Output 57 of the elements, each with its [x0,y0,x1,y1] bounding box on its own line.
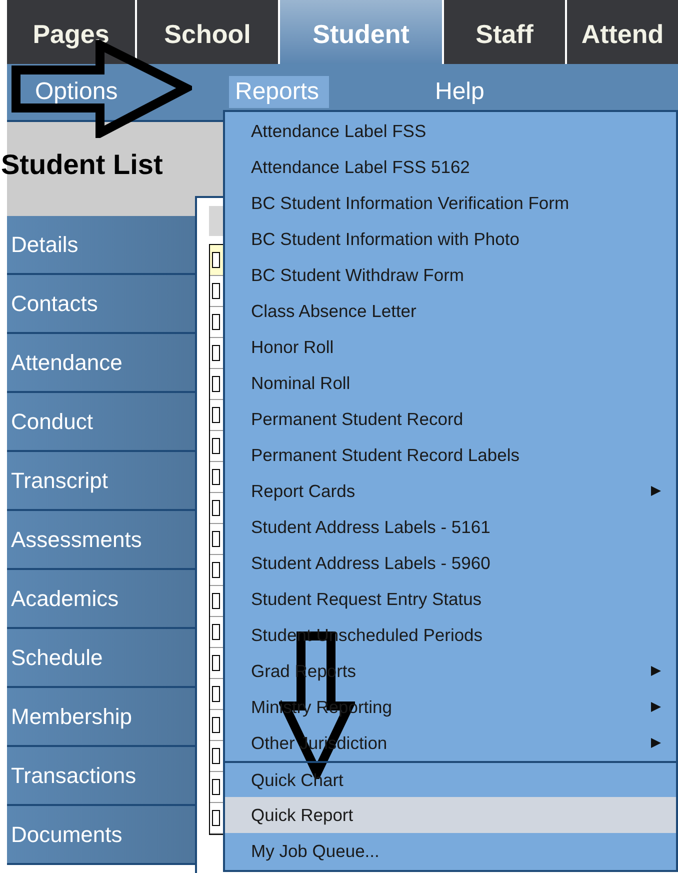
menu-option[interactable]: Report Cards [225,473,676,509]
menu-option[interactable]: Nominal Roll [225,365,676,401]
checkbox-icon [212,655,220,671]
checkbox-icon [212,438,220,454]
checkbox-icon [212,717,220,733]
sidebar-item[interactable]: Assessments [7,511,195,570]
sidebar-item[interactable]: Contacts [7,275,195,334]
sidebar-item[interactable]: Transcript [7,452,195,511]
sidebar-item[interactable]: Conduct [7,393,195,452]
menu-option[interactable]: BC Student Information Verification Form [225,185,676,221]
menu-option[interactable]: Class Absence Letter [225,293,676,329]
menu-option[interactable]: Permanent Student Record Labels [225,437,676,473]
sidebar-item[interactable]: Details [7,216,195,275]
nav-tab[interactable]: Attend [567,0,678,64]
sidebar-item[interactable]: Schedule [7,629,195,688]
nav-tab[interactable]: Staff [444,0,565,64]
menu-option[interactable]: Quick Report [225,797,676,833]
checkbox-icon [212,314,220,330]
checkbox-icon [212,531,220,547]
menu-option[interactable]: Attendance Label FSS 5162 [225,149,676,185]
checkbox-icon [212,562,220,578]
menu-option[interactable]: BC Student Withdraw Form [225,257,676,293]
checkbox-icon [212,500,220,516]
nav-tab[interactable]: School [137,0,278,64]
sidebar-item[interactable]: Attendance [7,334,195,393]
checkbox-icon [212,376,220,392]
sidebar-item[interactable]: Documents [7,806,195,865]
menu-option[interactable]: Attendance Label FSS [225,113,676,149]
menu-option[interactable]: Student Address Labels - 5161 [225,509,676,545]
checkbox-icon [212,407,220,423]
menu-option[interactable]: Honor Roll [225,329,676,365]
submenu-arrow-icon [650,665,662,677]
menu-option[interactable]: My Job Queue... [225,833,676,869]
checkbox-icon [212,748,220,764]
checkbox-icon [212,469,220,485]
checkbox-icon [212,283,220,299]
nav-tab[interactable]: Pages [7,0,135,64]
checkbox-icon [212,686,220,702]
menu-option[interactable]: Permanent Student Record [225,401,676,437]
submenu-arrow-icon [650,737,662,749]
checkbox-icon [212,779,220,795]
sidebar-item[interactable]: Academics [7,570,195,629]
menu-item[interactable]: Help [429,76,499,108]
menu-option[interactable]: Student Request Entry Status [225,581,676,617]
checkbox-icon [212,345,220,361]
sidebar-item[interactable]: Transactions [7,747,195,806]
menu-item[interactable]: Options [29,76,199,108]
checkbox-icon [212,624,220,640]
sidebar-item[interactable]: Membership [7,688,195,747]
submenu-arrow-icon [650,701,662,713]
menu-option[interactable]: Student Address Labels - 5960 [225,545,676,581]
checkbox-icon [212,252,220,268]
checkbox-icon [212,593,220,609]
menu-option[interactable]: BC Student Information with Photo [225,221,676,257]
submenu-arrow-icon [650,485,662,497]
checkbox-icon [212,810,220,826]
page-title: Student List [1,148,163,182]
